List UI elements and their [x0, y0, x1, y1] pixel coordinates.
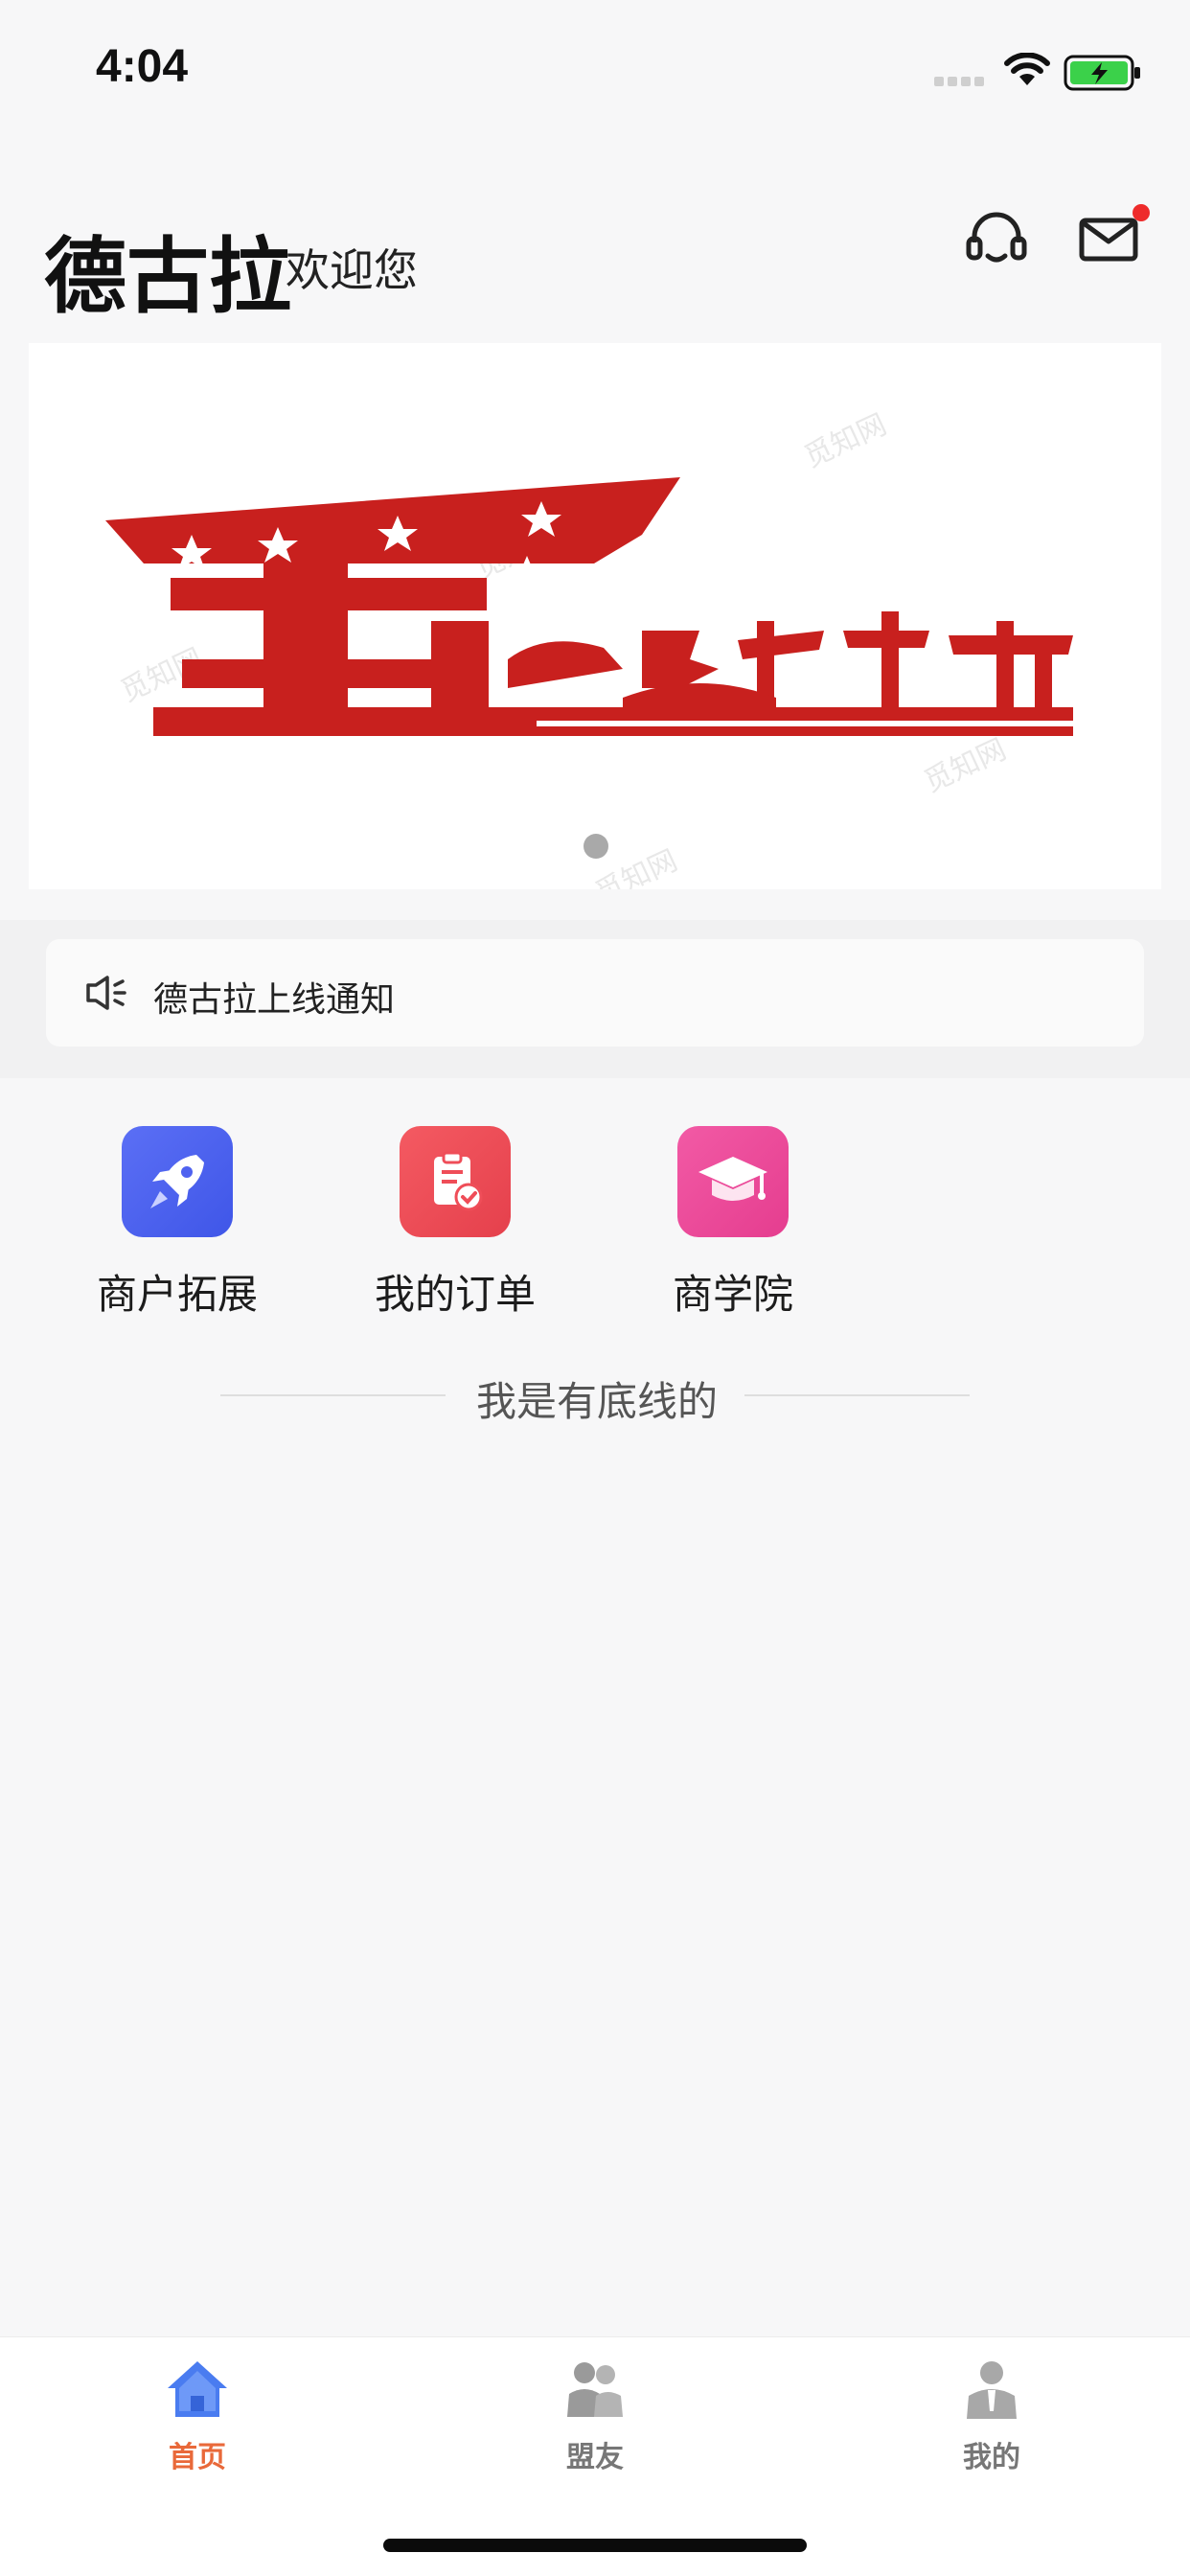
end-of-list-divider: 我是有底线的: [220, 1366, 970, 1425]
status-bar: 4:04: [0, 0, 1190, 144]
feature-menu: 商户拓展 我的订单 商学院: [0, 1126, 1190, 1337]
home-indicator[interactable]: [383, 2539, 807, 2552]
divider-line-left: [220, 1394, 446, 1396]
svg-text:觅知网: 觅知网: [799, 408, 891, 475]
home-icon: [168, 2361, 227, 2417]
announcement-bar[interactable]: 德古拉上线通知: [46, 939, 1144, 1046]
divider-line-right: [744, 1394, 970, 1396]
svg-text:觅知网: 觅知网: [919, 733, 1011, 800]
mail-icon: [1079, 218, 1138, 262]
speaker-icon: [86, 976, 126, 1010]
wifi-icon: [1004, 53, 1050, 85]
menu-label: 商学院: [672, 1271, 793, 1318]
customer-service-button[interactable]: [953, 196, 1040, 283]
welcome-text: 欢迎您: [286, 244, 418, 296]
header: 德古拉 欢迎您: [0, 182, 1190, 325]
brand-title: 德古拉: [44, 229, 291, 325]
menu-label: 商户拓展: [96, 1271, 258, 1318]
messages-button[interactable]: [1065, 196, 1152, 283]
end-of-list-text: 我是有底线的: [475, 1378, 718, 1425]
order-clipboard-icon: [400, 1126, 511, 1237]
graduation-cap-icon: [677, 1126, 789, 1237]
labor-day-banner-image: 觅知网 觅知网 觅知网 觅知网 觅知网 觅知网: [105, 408, 1073, 889]
headset-icon: [966, 212, 1027, 263]
menu-item-merchant-expansion[interactable]: 商户拓展: [62, 1126, 292, 1321]
friends-icon: [567, 2362, 623, 2417]
menu-item-my-orders[interactable]: 我的订单: [340, 1126, 570, 1321]
tab-label: 盟友: [566, 2441, 624, 2474]
tab-allies[interactable]: 盟友: [490, 2351, 700, 2475]
promo-banner[interactable]: 觅知网 觅知网 觅知网 觅知网 觅知网 觅知网: [29, 343, 1161, 889]
menu-item-business-school[interactable]: 商学院: [618, 1126, 848, 1321]
unread-badge: [1133, 204, 1150, 221]
tab-mine[interactable]: 我的: [886, 2351, 1097, 2475]
notice-section: 德古拉上线通知: [0, 920, 1190, 1078]
status-time: 4:04: [96, 41, 189, 92]
tab-home[interactable]: 首页: [92, 2351, 303, 2475]
tab-label: 我的: [963, 2441, 1020, 2474]
tab-label: 首页: [169, 2441, 226, 2474]
menu-label: 我的订单: [374, 1271, 536, 1318]
profile-icon: [967, 2361, 1017, 2419]
announcement-text: 德古拉上线通知: [153, 980, 396, 1020]
rocket-icon: [122, 1126, 233, 1237]
battery-charging-icon: [1064, 55, 1140, 91]
cellular-signal-icon: [934, 77, 984, 86]
carousel-indicator[interactable]: [584, 834, 608, 859]
